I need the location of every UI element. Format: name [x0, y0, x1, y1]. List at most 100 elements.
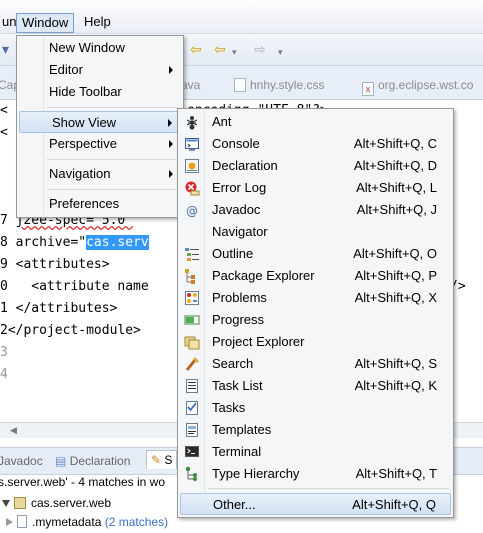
menu-bar: un Window Help [0, 0, 483, 34]
code-line-1-text: < [0, 103, 8, 118]
show-view-item-shortcut: Alt+Shift+Q, T [355, 466, 437, 481]
show-view-item-label: Search [212, 356, 254, 371]
show-view-item-navigator[interactable]: Navigator [180, 221, 451, 243]
show-view-item-shortcut: Alt+Shift+Q, S [354, 356, 437, 371]
show-view-item-search[interactable]: Search Alt+Shift+Q, S [180, 353, 451, 375]
show-view-item-tasks[interactable]: Tasks [180, 397, 451, 419]
show-view-item-outline[interactable]: Outline Alt+Shift+Q, O [180, 243, 451, 265]
code-line-9: 9 <attributes> [0, 254, 110, 276]
result-file-label: .mymetadata [32, 515, 102, 529]
code-line-11: 1 </attributes> [0, 298, 117, 320]
show-view-item-ant[interactable]: Ant [180, 111, 451, 133]
expand-icon[interactable] [6, 518, 13, 526]
show-view-item-label: Package Explorer [212, 268, 315, 283]
tab-declaration[interactable]: ▤ Declaration [55, 454, 130, 468]
scroll-left-icon[interactable]: ◀ [10, 425, 17, 436]
show-view-item-type-hierarchy[interactable]: Type Hierarchy Alt+Shift+Q, T [180, 463, 451, 485]
result-project-row[interactable]: cas.server.web [2, 496, 111, 510]
code-line-8: 8 archive="cas.serv [0, 232, 149, 254]
forward-dropdown-icon[interactable]: ▾ [278, 44, 283, 60]
declaration-icon [184, 158, 200, 174]
tab-wst[interactable]: x org.eclipse.wst.co [362, 78, 473, 96]
show-view-item-shortcut: Alt+Shift+Q, K [354, 378, 437, 393]
toolbar-dropdown-icon[interactable]: ▾ [2, 41, 9, 57]
show-view-item-label: Error Log [212, 180, 267, 195]
show-view-item-label: Tasks [212, 400, 246, 415]
show-view-item-task-list[interactable]: Task List Alt+Shift+Q, K [180, 375, 451, 397]
show-view-item-label: Project Explorer [212, 334, 305, 349]
menu-item-show-view[interactable]: Show View [19, 111, 181, 133]
show-view-item-label: Declaration [212, 158, 278, 173]
show-view-item-console[interactable]: Console Alt+Shift+Q, C [180, 133, 451, 155]
collapse-icon[interactable] [2, 500, 10, 507]
show-view-item-label: Task List [212, 378, 263, 393]
xml-file-icon: x [362, 82, 374, 96]
show-view-item-label: Console [212, 136, 260, 151]
forward-icon[interactable]: ⇨ [254, 41, 266, 57]
show-view-item-other[interactable]: Other... Alt+Shift+Q, Q [180, 493, 451, 515]
code-line-12: 2</project-module> [0, 320, 141, 342]
tab-style-css[interactable]: hnhy.style.css [234, 78, 324, 92]
submenu-arrow-icon [169, 66, 173, 74]
line-10-number: 0 [0, 279, 8, 294]
last-edit-icon[interactable]: ⇦ [190, 41, 202, 57]
show-view-item-shortcut: Alt+Shift+Q, P [354, 268, 437, 283]
menu-item-perspective-label: Perspective [49, 136, 117, 151]
show-view-item-package-explorer[interactable]: Package Explorer Alt+Shift+Q, P [180, 265, 451, 287]
line-9-number: 9 [0, 257, 8, 272]
show-view-item-shortcut: Alt+Shift+Q, O [353, 246, 437, 261]
line-8-prefix: archive=" [15, 235, 87, 250]
show-view-item-templates[interactable]: Templates [180, 419, 451, 441]
css-file-icon [234, 78, 246, 92]
search-tab-icon: ✎ [151, 453, 162, 467]
menu-help[interactable]: Help [79, 13, 116, 33]
file-icon [17, 515, 27, 528]
menu-window[interactable]: Window [16, 13, 75, 33]
line-8-selection: cas.serv [86, 235, 149, 250]
menu-item-navigation[interactable]: Navigation [19, 163, 181, 185]
result-match-count: (2 matches) [104, 515, 169, 529]
console-icon [184, 136, 200, 152]
result-file-row[interactable]: .mymetadata (2 matches) [6, 515, 168, 529]
line-13-number: 3 [0, 345, 8, 360]
menu-item-hide-toolbar[interactable]: Hide Toolbar [19, 81, 181, 103]
javadoc-icon: @ [184, 202, 200, 218]
line-12-text: </project-module> [7, 323, 141, 338]
menu-item-new-window-label: New Window [49, 40, 125, 55]
show-view-item-label: Navigator [212, 224, 268, 239]
tasks-icon [184, 400, 200, 416]
search-summary: s.server.web' - 4 matches in wo [0, 475, 166, 489]
show-view-item-shortcut: Alt+Shift+Q, X [354, 290, 437, 305]
menu-item-editor[interactable]: Editor [19, 59, 181, 81]
show-view-item-label: Type Hierarchy [212, 466, 300, 481]
tab-javadoc[interactable]: Javadoc [0, 454, 43, 468]
line-7-number: 7 [0, 213, 8, 228]
show-view-item-shortcut: Alt+Shift+Q, Q [352, 497, 436, 512]
show-view-item-error-log[interactable]: Error Log Alt+Shift+Q, L [180, 177, 451, 199]
show-view-item-progress[interactable]: Progress [180, 309, 451, 331]
menu-item-preferences-label: Preferences [49, 196, 120, 211]
show-view-item-terminal[interactable]: Terminal [180, 441, 451, 463]
project-icon [14, 497, 26, 509]
line-10-text: <attribute name [15, 279, 149, 294]
show-view-item-project-explorer[interactable]: Project Explorer [180, 331, 451, 353]
menu-item-perspective[interactable]: Perspective [19, 133, 181, 155]
show-view-item-label: Problems [212, 290, 267, 305]
menu-item-new-window[interactable]: New Window [19, 37, 181, 59]
back-dropdown-icon[interactable]: ▾ [232, 44, 237, 60]
tab-search[interactable]: ✎ S [146, 450, 178, 469]
navigator-icon [184, 224, 200, 240]
submenu-arrow-icon [169, 140, 173, 148]
back-icon[interactable]: ⇦ [214, 41, 226, 57]
show-view-item-label: Outline [212, 246, 254, 261]
tab-declaration-label: Declaration [69, 454, 131, 468]
menu-item-navigation-label: Navigation [49, 166, 111, 181]
code-line-10: 0 <attribute name [0, 276, 149, 298]
menu-item-preferences[interactable]: Preferences [19, 193, 181, 215]
show-view-item-problems[interactable]: Problems Alt+Shift+Q, X [180, 287, 451, 309]
show-view-item-shortcut: Alt+Shift+Q, D [353, 158, 437, 173]
code-line-2-text: < [0, 125, 8, 140]
show-view-item-declaration[interactable]: Declaration Alt+Shift+Q, D [180, 155, 451, 177]
menu-separator [47, 159, 179, 160]
show-view-item-javadoc[interactable]: @ Javadoc Alt+Shift+Q, J [180, 199, 451, 221]
